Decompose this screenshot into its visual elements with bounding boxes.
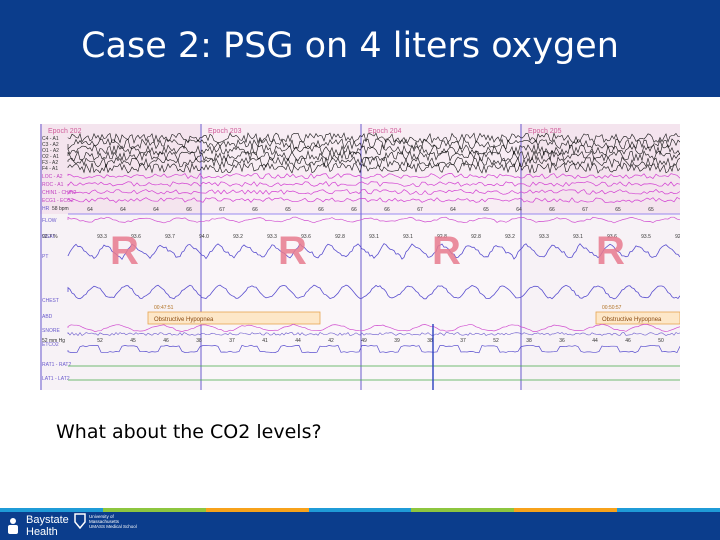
channel-label: ABD [42,314,53,320]
channel-label: ROC - A1 [42,182,64,188]
stripe-segment [308,508,412,512]
osat-value: 94.0 [199,234,209,240]
etco2-value: 41 [262,338,268,344]
hr-value: 66 [384,207,390,213]
hr-value: 64 [516,207,522,213]
baystate-emblem-icon [8,518,18,534]
etco2-value: 52 [493,338,499,344]
hr-value: 65 [648,207,654,213]
osat-value: 93.3 [97,234,107,240]
hr-value: 66 [252,207,258,213]
hr-readout: 58 bpm [52,206,69,212]
etco2-value: 42 [328,338,334,344]
arousal-marker: R [432,229,461,273]
osat-value: 93.2 [233,234,243,240]
umass-line3: UMASS Medical School [89,523,137,529]
slide-title: Case 2: PSG on 4 liters oxygen [81,26,619,66]
channel-label: SNORE [42,328,60,334]
osat-value: 93.1 [573,234,583,240]
event-label: Obstructive Hypopnea [602,317,662,323]
hr-value: 64 [87,207,93,213]
etco2-value: 45 [130,338,136,344]
epoch-label: Epoch 205 [528,128,562,135]
channel-label: LAT1 - LAT2 [42,376,70,382]
osat-value: 92.9 [675,234,680,240]
etco2-value: 50 [658,338,664,344]
epoch-label: Epoch 202 [48,128,82,135]
hr-value: 66 [351,207,357,213]
channel-label: CHEST [42,298,59,304]
channel-label: ECG1 - ECG2 [42,198,74,204]
hr-value: 65 [483,207,489,213]
channel-label: PT [42,254,48,260]
hr-value: 67 [417,207,423,213]
arousal-marker: R [278,229,307,273]
etco2-value: 38 [526,338,532,344]
arousal-marker: R [596,229,625,273]
baystate-logo: Baystate Health [6,513,69,539]
etco2-value: 49 [361,338,367,344]
hr-value: 64 [153,207,159,213]
etco2-value: 46 [625,338,631,344]
etco2-readout: 52 mm Hg [42,338,65,344]
arousal-marker: R [110,229,139,273]
event-time: 00:50:57 [602,305,622,311]
channel-label: F4 - A1 [42,166,58,172]
etco2-value: 36 [559,338,565,344]
osat-value: 93.2 [505,234,515,240]
etco2-value: 38 [196,338,202,344]
osat-value: 93.3 [539,234,549,240]
hr-value: 66 [318,207,324,213]
etco2-value: 38 [427,338,433,344]
event-label: Obstructive Hypopnea [154,317,214,323]
question-text: What about the CO2 levels? [56,421,322,443]
etco2-value: 39 [394,338,400,344]
osat-value: 93.3 [267,234,277,240]
etco2-value: 52 [97,338,103,344]
etco2-value: 37 [229,338,235,344]
stripe-segment [0,508,103,512]
etco2-value: 37 [460,338,466,344]
osat-value: 92.8 [335,234,345,240]
hr-value: 64 [450,207,456,213]
stripe-segment [205,508,309,512]
hr-value: 66 [549,207,555,213]
etco2-value: 46 [163,338,169,344]
umass-logo: University of Massachusetts UMASS Medica… [74,513,137,529]
hr-value: 65 [615,207,621,213]
stripe-segment [411,508,515,512]
hr-value: 66 [186,207,192,213]
channel-label: RAT1 - RAT2 [42,362,71,368]
etco2-value: 44 [592,338,598,344]
footer-color-stripe [0,508,720,512]
umass-shield-icon [74,513,86,529]
epoch-label: Epoch 203 [208,128,242,135]
epoch-label: Epoch 204 [368,128,402,135]
etco2-value: 44 [295,338,301,344]
hr-value: 67 [582,207,588,213]
hr-value: 67 [219,207,225,213]
event-time: 00:47:51 [154,305,174,311]
hr-value: 65 [285,207,291,213]
stripe-segment [617,508,720,512]
osat-value: 93.7 [165,234,175,240]
osat-value: 93.5 [641,234,651,240]
psg-tracing: Epoch 202 Epoch 203 Epoch 204 Epoch 205 C4 -… [40,124,680,390]
psg-waveforms: Epoch 202 Epoch 203 Epoch 204 Epoch 205C4 -… [40,124,680,390]
osat-readout: 92.7 % [42,234,58,240]
stripe-segment [514,508,618,512]
osat-value: 93.1 [403,234,413,240]
channel-label: LOC - A2 [42,174,63,180]
osat-value: 92.8 [471,234,481,240]
baystate-line1: Baystate [26,514,69,526]
baystate-line2: Health [26,526,58,538]
channel-label: FLOW [42,218,57,224]
channel-label: HR [42,206,50,212]
hr-value: 64 [120,207,126,213]
osat-value: 93.1 [369,234,379,240]
stripe-segment [102,508,206,512]
